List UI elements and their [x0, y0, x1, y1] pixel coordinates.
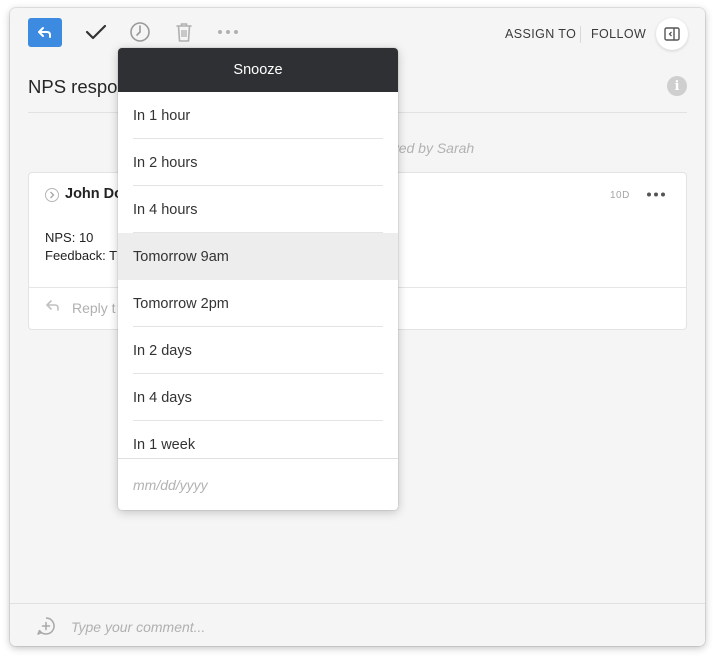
assign-to-button[interactable]: ASSIGN TO	[505, 27, 576, 41]
clock-icon	[130, 22, 150, 42]
message-sender[interactable]: John Do	[65, 186, 123, 202]
check-icon	[85, 24, 107, 40]
follow-button[interactable]: FOLLOW	[591, 27, 646, 41]
snooze-option-4-hours[interactable]: In 4 hours	[118, 186, 398, 233]
reply-button[interactable]	[28, 18, 62, 47]
snooze-option-4-days[interactable]: In 4 days	[118, 374, 398, 421]
delete-button[interactable]	[172, 20, 196, 44]
snooze-title: Snooze	[118, 48, 398, 92]
toggle-panel-button[interactable]	[656, 18, 688, 50]
reply-input[interactable]: Reply t	[72, 300, 116, 316]
panel-icon	[664, 27, 680, 41]
comment-input[interactable]: Type your comment...	[71, 619, 205, 635]
reply-icon	[38, 26, 51, 38]
message-more-button[interactable]	[645, 186, 667, 202]
snooze-date-input[interactable]: mm/dd/yyyy	[118, 458, 398, 510]
conversation-title: NPS respo	[28, 76, 118, 97]
snooze-option-2-hours[interactable]: In 2 hours	[118, 139, 398, 186]
more-icon	[218, 30, 238, 34]
snooze-option-1-hour[interactable]: In 1 hour	[118, 92, 398, 139]
reply-icon	[45, 299, 61, 318]
comment-bar: Type your comment...	[10, 603, 705, 646]
close-conversation-button[interactable]	[84, 20, 108, 44]
message-timestamp: 10D	[610, 190, 630, 201]
snooze-dropdown: Snooze In 1 hour In 2 hours In 4 hours T…	[118, 48, 398, 510]
snooze-option-1-week[interactable]: In 1 week	[118, 421, 398, 458]
toolbar-divider	[580, 26, 581, 43]
snooze-button[interactable]	[128, 20, 152, 44]
snooze-option-2-days[interactable]: In 2 days	[118, 327, 398, 374]
snooze-option-list[interactable]: In 1 hour In 2 hours In 4 hours Tomorrow…	[118, 92, 398, 458]
expand-message-button[interactable]	[45, 188, 59, 202]
more-actions-button[interactable]	[216, 20, 240, 44]
message-body-line: Feedback: T	[45, 248, 118, 263]
add-comment-icon[interactable]	[36, 616, 56, 641]
chevron-right-icon	[50, 191, 55, 199]
snooze-option-tomorrow-9am[interactable]: Tomorrow 9am	[118, 233, 398, 280]
info-icon[interactable]: i	[667, 76, 687, 96]
message-body-line: NPS: 10	[45, 230, 94, 245]
more-icon	[647, 192, 665, 196]
snooze-option-tomorrow-2pm[interactable]: Tomorrow 2pm	[118, 280, 398, 327]
trash-icon	[176, 23, 192, 42]
